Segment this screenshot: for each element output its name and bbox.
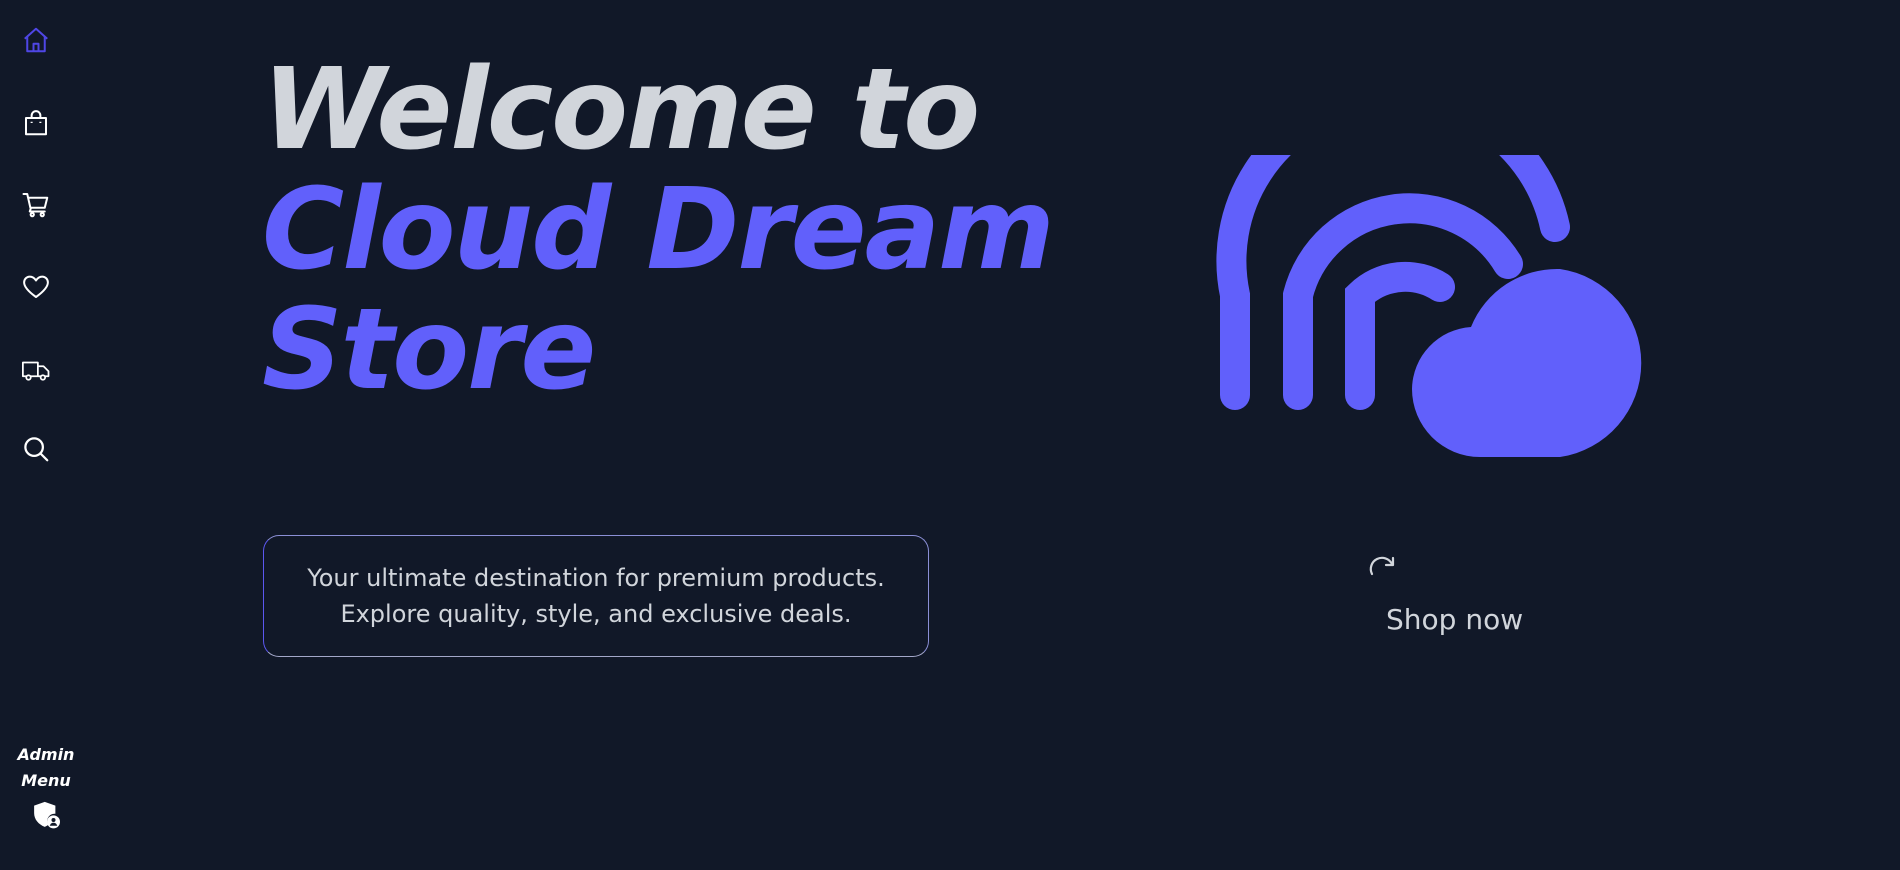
shield-user-icon[interactable]	[31, 800, 61, 830]
hero-title-line2: Cloud Dream	[262, 165, 1055, 295]
truck-icon	[22, 361, 50, 381]
sidebar-nav: Admin Menu	[0, 0, 74, 870]
tagline-box: Your ultimate destination for premium pr…	[263, 535, 929, 657]
sidebar-item-shop[interactable]	[20, 107, 52, 139]
tagline-line2: Explore quality, style, and exclusive de…	[340, 600, 852, 628]
cloud-rainbow-icon	[1216, 155, 1642, 457]
shop-now-button[interactable]: Shop now	[1386, 600, 1523, 640]
tagline-line1: Your ultimate destination for premium pr…	[307, 564, 885, 592]
hero-title-line1: Welcome to	[262, 45, 980, 175]
heart-icon	[23, 275, 49, 298]
home-icon	[24, 27, 48, 53]
sidebar-item-search[interactable]	[20, 433, 52, 465]
admin-menu-label-line2: Menu	[21, 771, 71, 790]
sidebar-item-wishlist[interactable]	[20, 271, 52, 303]
sidebar-item-home[interactable]	[20, 24, 52, 56]
hero-title-line3: Store	[262, 285, 596, 415]
redo-arrow-icon	[1369, 556, 1395, 576]
hero-title: Welcome to Cloud Dream Store	[262, 45, 1055, 415]
admin-menu[interactable]: Admin Menu	[8, 742, 84, 834]
search-icon	[24, 437, 49, 462]
cart-icon	[22, 193, 49, 218]
shopping-bag-icon	[25, 110, 47, 136]
landing-page: Admin Menu Welcome to Cloud Dream Store …	[0, 0, 1900, 870]
sidebar-item-delivery[interactable]	[20, 354, 52, 386]
admin-menu-label-line1: Admin	[17, 745, 75, 764]
sidebar-item-cart[interactable]	[20, 188, 52, 220]
